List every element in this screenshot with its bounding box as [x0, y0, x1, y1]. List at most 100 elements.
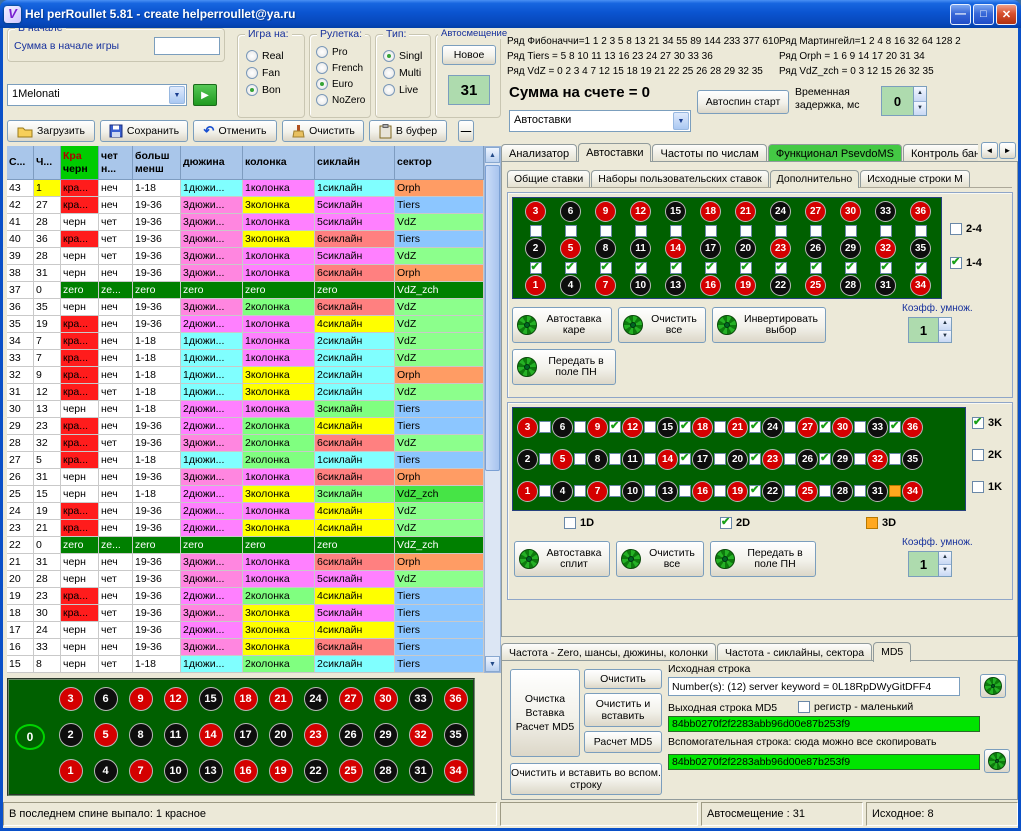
md5-clear-paste-aux-button[interactable]: Очистить и вставить во вспом. строку	[510, 763, 662, 795]
bet-number-16[interactable]: 16	[700, 275, 721, 296]
split-checkbox[interactable]	[749, 485, 761, 497]
md5-lowercase-checkbox[interactable]: регистр - маленький	[798, 701, 913, 713]
table-scrollbar[interactable]: ▲ ▼	[484, 146, 501, 673]
history-row[interactable]: 370zeroze...zerozerozerozeroVdZ_zch	[7, 282, 484, 299]
scroll-up-icon[interactable]: ▲	[485, 147, 500, 163]
bet-number-18[interactable]: 18	[700, 201, 721, 222]
bet-checkbox[interactable]	[565, 225, 577, 237]
split-checkbox[interactable]	[609, 421, 621, 433]
save-button[interactable]: Сохранить	[100, 120, 188, 142]
autostake-split-button[interactable]: Автоставка сплит	[514, 541, 610, 577]
radio-singl[interactable]: Singl	[383, 47, 430, 64]
split-checkbox[interactable]	[539, 453, 551, 465]
checkbox-icon[interactable]	[972, 449, 984, 461]
history-row[interactable]: 1923кра...неч19-362дюжи...2колонка4сикла…	[7, 588, 484, 605]
bet-number-16[interactable]: 16	[692, 481, 713, 502]
bet-checkbox[interactable]	[880, 262, 892, 274]
bet-number-30[interactable]: 30	[832, 417, 853, 438]
bet-number-31[interactable]: 31	[875, 275, 896, 296]
radio-icon[interactable]	[383, 50, 395, 62]
transfer-to-pn-button[interactable]: Передать в поле ПН	[710, 541, 816, 577]
history-row[interactable]: 4036кра...чет19-363дюжи...3колонка6сикла…	[7, 231, 484, 248]
chevron-down-icon[interactable]: ▼	[169, 86, 185, 104]
bet-number-13[interactable]: 13	[657, 481, 678, 502]
split-checkbox[interactable]	[784, 485, 796, 497]
tab-scroll-left-icon[interactable]: ◄	[981, 142, 998, 159]
bet-checkbox[interactable]	[670, 225, 682, 237]
md5-calc-button[interactable]: Расчет MD5	[584, 731, 662, 753]
delay-spinner[interactable]: 0 ▲▼	[881, 86, 927, 116]
split-checkbox[interactable]	[784, 421, 796, 433]
bet-checkbox[interactable]	[530, 225, 542, 237]
minus-button[interactable]: —	[458, 120, 474, 142]
tab-scroll-right-icon[interactable]: ►	[999, 142, 1016, 159]
spinner-up-icon[interactable]: ▲	[914, 87, 926, 102]
bet-checkbox[interactable]	[880, 225, 892, 237]
bet-number-3[interactable]: 3	[525, 201, 546, 222]
invert-selection-button[interactable]: Инвертировать выбор	[712, 307, 826, 343]
checkbox-3k[interactable]: 3K	[972, 417, 1002, 429]
bet-number-5[interactable]: 5	[552, 449, 573, 470]
checkbox-icon[interactable]	[972, 417, 984, 429]
split-checkbox[interactable]	[679, 421, 691, 433]
checkbox-2-4[interactable]: 2-4	[950, 223, 982, 235]
start-sum-input[interactable]	[154, 37, 220, 55]
checkbox-2k[interactable]: 2K	[972, 449, 1002, 461]
bet-number-7[interactable]: 7	[587, 481, 608, 502]
scroll-down-icon[interactable]: ▼	[485, 656, 500, 672]
header-sixline[interactable]: сиклайн	[315, 146, 395, 180]
md5-clear-paste-button[interactable]: Очистить и вставить	[584, 693, 662, 727]
bet-number-36[interactable]: 36	[902, 417, 923, 438]
split-checkbox[interactable]	[644, 453, 656, 465]
bet-number-10[interactable]: 10	[630, 275, 651, 296]
bet-number-14[interactable]: 14	[657, 449, 678, 470]
autospin-start-button[interactable]: Автоспин старт	[697, 90, 789, 114]
header-range[interactable]: большменш	[133, 146, 181, 180]
radio-real[interactable]: Real	[246, 47, 304, 64]
header-dozen[interactable]: дюжина	[181, 146, 243, 180]
radio-french[interactable]: French	[316, 60, 370, 76]
bet-checkbox[interactable]	[705, 262, 717, 274]
bet-number-9[interactable]: 9	[587, 417, 608, 438]
radio-icon[interactable]	[246, 50, 258, 62]
bet-checkbox[interactable]	[565, 262, 577, 274]
bet-checkbox[interactable]	[600, 262, 612, 274]
bet-number-33[interactable]: 33	[875, 201, 896, 222]
koeff-spinner[interactable]: 1 ▲▼	[908, 317, 952, 343]
history-row[interactable]: 2131черннеч19-363дюжи...1колонка6сиклайн…	[7, 554, 484, 571]
history-row[interactable]: 431кра...неч1-181дюжи...1колонка1сиклайн…	[7, 180, 484, 197]
history-row[interactable]: 275кра...неч1-181дюжи...2колонка1сиклайн…	[7, 452, 484, 469]
bet-number-34[interactable]: 34	[910, 275, 931, 296]
bet-checkbox[interactable]	[915, 225, 927, 237]
history-row[interactable]: 337кра...неч1-181дюжи...1колонка2сиклайн…	[7, 350, 484, 367]
header-number[interactable]: Ч...	[34, 146, 61, 180]
history-row[interactable]: 3519кра...неч19-362дюжи...1колонка4сикла…	[7, 316, 484, 333]
bet-checkbox[interactable]	[845, 262, 857, 274]
bet-number-8[interactable]: 8	[595, 238, 616, 259]
spinner-down-icon[interactable]: ▼	[939, 331, 951, 343]
chevron-down-icon[interactable]: ▼	[673, 112, 689, 130]
header-parity[interactable]: четн...	[99, 146, 133, 180]
bet-number-7[interactable]: 7	[595, 275, 616, 296]
spinner-up-icon[interactable]: ▲	[939, 552, 951, 565]
history-row[interactable]: 2028чернчет19-363дюжи...1колонка5сиклайн…	[7, 571, 484, 588]
md5-aux-run-button[interactable]	[984, 749, 1010, 773]
checkbox-2d[interactable]: 2D	[720, 517, 750, 529]
tab-autostakes[interactable]: Автоставки	[578, 143, 651, 162]
bet-number-21[interactable]: 21	[727, 417, 748, 438]
bet-checkbox[interactable]	[915, 262, 927, 274]
tab-freq-zero-chances[interactable]: Частота - Zero, шансы, дюжины, колонки	[501, 643, 716, 661]
bet-number-27[interactable]: 27	[797, 417, 818, 438]
bet-number-19[interactable]: 19	[727, 481, 748, 502]
split-checkbox[interactable]	[819, 453, 831, 465]
checkbox-3d[interactable]: 3D	[866, 517, 896, 529]
md5-run-button[interactable]	[980, 674, 1006, 698]
bet-number-26[interactable]: 26	[797, 449, 818, 470]
header-column[interactable]: колонка	[243, 146, 315, 180]
bet-number-32[interactable]: 32	[875, 238, 896, 259]
md5-clear-button[interactable]: Очистить	[584, 669, 662, 689]
checkbox-icon[interactable]	[972, 481, 984, 493]
header-sector[interactable]: сектор	[395, 146, 484, 180]
clear-button[interactable]: Очистить	[282, 120, 364, 142]
split-checkbox[interactable]	[574, 421, 586, 433]
